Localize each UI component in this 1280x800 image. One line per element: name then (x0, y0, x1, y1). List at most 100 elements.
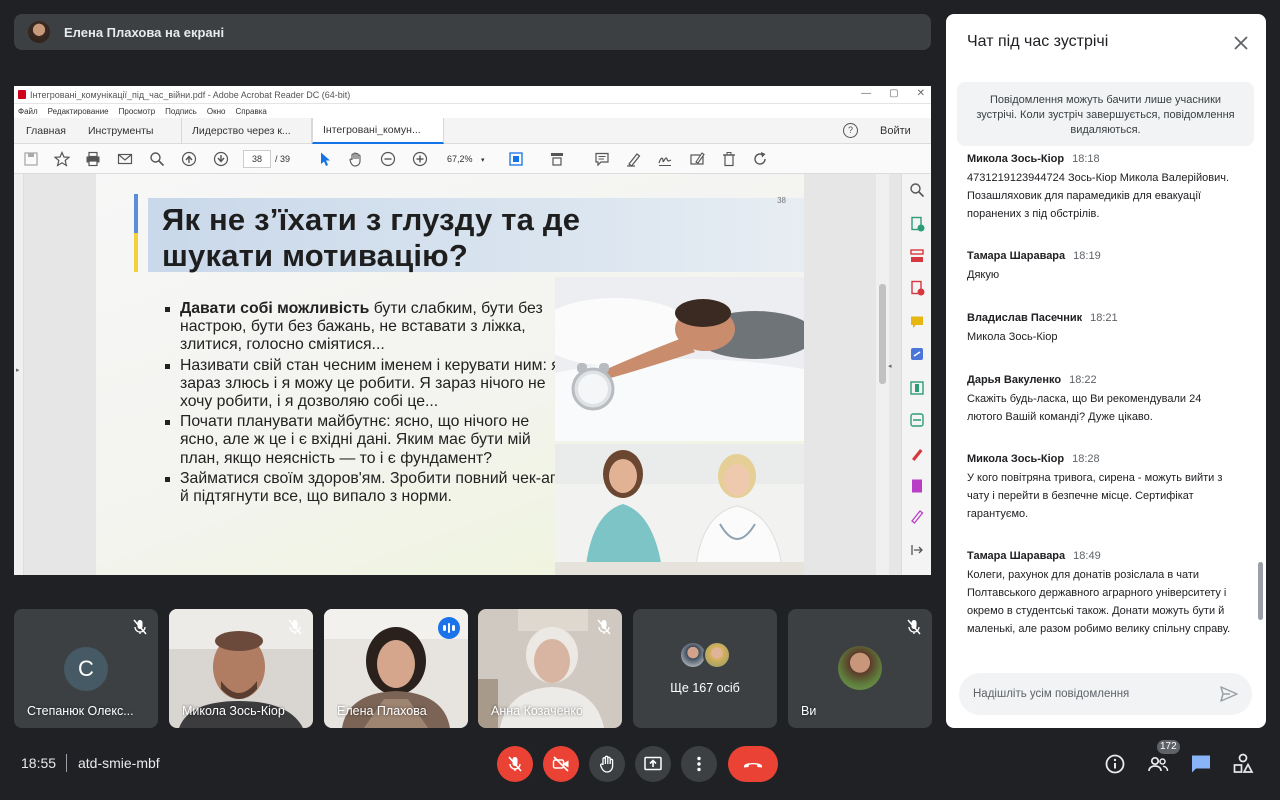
export-pdf-icon[interactable] (909, 216, 925, 232)
select-cursor-icon[interactable] (317, 151, 333, 167)
chat-message: Микола Зось-Кіор 18:28 У кого повітряна т… (967, 452, 1237, 523)
acrobat-tools-rail: ◂ (888, 174, 931, 575)
presenter-label: Елена Плахова на екрані (64, 24, 225, 40)
document-viewport[interactable]: ▸ Як не з’їхати з глузду та де шукати мо… (14, 174, 931, 575)
message-time: 18:49 (1073, 550, 1101, 562)
page-number-input[interactable]: 38 (243, 150, 271, 168)
highlight-pen-icon[interactable] (626, 151, 642, 167)
fill-sign-tool-icon[interactable] (909, 446, 925, 462)
presenter-banner: Елена Плахова на екрані (14, 14, 931, 50)
compress-pdf-icon[interactable] (909, 380, 925, 396)
participant-name: Ви (801, 704, 817, 718)
slide-bullet-text: Почати планувати майбутнє: ясно, що нічо… (180, 413, 531, 467)
delete-icon[interactable] (721, 151, 737, 167)
meeting-info-icon[interactable] (1103, 752, 1127, 776)
chat-privacy-notice: Повідомлення можуть бачити лише учасники… (957, 82, 1254, 146)
message-text: Микола Зось-Кіор (967, 331, 1058, 343)
microphone-toggle-button[interactable] (497, 746, 533, 782)
rotate-icon[interactable] (752, 151, 768, 167)
participant-name: Микола Зось-Кіор (182, 704, 285, 718)
more-tools-icon[interactable] (909, 508, 925, 524)
hand-tool-icon[interactable] (348, 151, 364, 167)
divider (66, 754, 67, 772)
activities-icon[interactable] (1231, 752, 1255, 776)
login-button[interactable]: Войти (880, 118, 911, 144)
create-pdf-icon[interactable] (909, 280, 925, 296)
edit-pdf-icon[interactable] (909, 478, 925, 494)
chat-message-list[interactable]: Микола Зось-Кіор 18:18 4731219123944724 З… (946, 152, 1256, 662)
zoom-out-icon[interactable] (380, 151, 396, 167)
sign-icon[interactable] (657, 151, 673, 167)
participant-tile[interactable]: Анна Козаченко (478, 609, 622, 728)
raise-hand-button[interactable] (589, 746, 625, 782)
comment-tool-icon[interactable] (909, 314, 925, 330)
message-text: У кого повітряна тривога, сирена - можут… (967, 472, 1223, 520)
chat-message: Дарья Вакуленко 18:22 Скажіть будь-ласка,… (967, 373, 1237, 426)
camera-toggle-button[interactable] (543, 746, 579, 782)
expand-panel-icon[interactable] (909, 542, 925, 558)
help-icon[interactable]: ? (843, 123, 858, 138)
more-options-button[interactable] (681, 746, 717, 782)
participant-tile[interactable]: С Степанюк Олекс... (14, 609, 158, 728)
self-tile[interactable]: Ви (788, 609, 932, 728)
menu-edit[interactable]: Редактирование (48, 107, 109, 116)
more-participants-tile[interactable]: Ще 167 осіб (633, 609, 777, 728)
message-author: Микола Зось-Кіор (967, 453, 1065, 465)
message-author: Микола Зось-Кіор (967, 153, 1065, 165)
menu-file[interactable]: Файл (18, 107, 38, 116)
menu-window[interactable]: Окно (207, 107, 226, 116)
slide-bullet: Давати собі можливість бути слабким, бут… (162, 300, 562, 355)
search-tools-icon[interactable] (909, 182, 925, 198)
scroll-mode-icon[interactable] (549, 151, 565, 167)
organize-pages-icon[interactable] (909, 248, 925, 264)
people-count-badge: 172 (1157, 740, 1180, 754)
tab-home[interactable]: Главная (16, 118, 76, 144)
mic-off-icon (907, 619, 921, 635)
tab-tools[interactable]: Инструменты (78, 118, 163, 144)
tab-document-integrated[interactable]: Інтегровані_комун... (312, 118, 444, 144)
speaking-indicator (438, 617, 460, 639)
print-icon[interactable] (85, 151, 101, 167)
fill-sign-icon[interactable] (689, 151, 705, 167)
email-icon[interactable] (117, 151, 133, 167)
menu-sign[interactable]: Подпись (165, 107, 197, 116)
present-screen-button[interactable] (635, 746, 671, 782)
zoom-in-icon[interactable] (412, 151, 428, 167)
page-down-icon[interactable] (213, 151, 229, 167)
tab-document-leadership[interactable]: Лидерство через к... (181, 118, 312, 144)
acrobat-window-title: Інтегровані_комунікації_під_час_війни.pd… (30, 89, 351, 100)
scan-icon[interactable] (909, 412, 925, 428)
chat-message: Владислав Пасечник 18:21 Микола Зось-Кіор (967, 311, 1237, 346)
search-icon[interactable] (149, 151, 165, 167)
menu-help[interactable]: Справка (235, 107, 266, 116)
comment-icon[interactable] (594, 151, 610, 167)
share-icon[interactable] (909, 346, 925, 362)
acrobat-menu-bar: Файл Редактирование Просмотр Подпись Окн… (14, 104, 931, 118)
page-up-icon[interactable] (181, 151, 197, 167)
chat-scrollbar[interactable] (1258, 562, 1263, 620)
close-icon[interactable] (1232, 34, 1250, 52)
participant-name: Анна Козаченко (491, 704, 583, 718)
fit-page-icon[interactable] (508, 151, 524, 167)
doctor-patient-photo (555, 444, 804, 575)
end-call-button[interactable] (728, 746, 778, 782)
collapse-right-icon[interactable]: ◂ (888, 362, 892, 370)
close-window-icon[interactable]: ✕ (917, 88, 925, 99)
menu-view[interactable]: Просмотр (119, 107, 156, 116)
slide-bullet: Називати свій стан чесним іменем і керув… (162, 357, 562, 412)
people-icon[interactable] (1146, 752, 1170, 776)
chat-message-input[interactable]: Надішліть усім повідомлення (959, 673, 1252, 715)
bookmark-star-icon[interactable] (54, 151, 70, 167)
document-scrollbar[interactable] (876, 174, 889, 575)
minimize-icon[interactable]: — (861, 88, 871, 99)
send-icon[interactable] (1219, 684, 1239, 704)
participant-tile[interactable]: Микола Зось-Кіор (169, 609, 313, 728)
zoom-level-select[interactable]: 67,2% ▾ (439, 150, 489, 168)
scrollbar-thumb[interactable] (879, 284, 886, 384)
maximize-icon[interactable]: ▢ (889, 88, 898, 99)
chat-icon[interactable] (1189, 752, 1213, 776)
save-icon[interactable] (23, 151, 39, 167)
left-panel-toggle[interactable]: ▸ (14, 174, 24, 575)
slide-accent-blue (134, 194, 138, 233)
participant-tile-speaking[interactable]: Елена Плахова (324, 609, 468, 728)
